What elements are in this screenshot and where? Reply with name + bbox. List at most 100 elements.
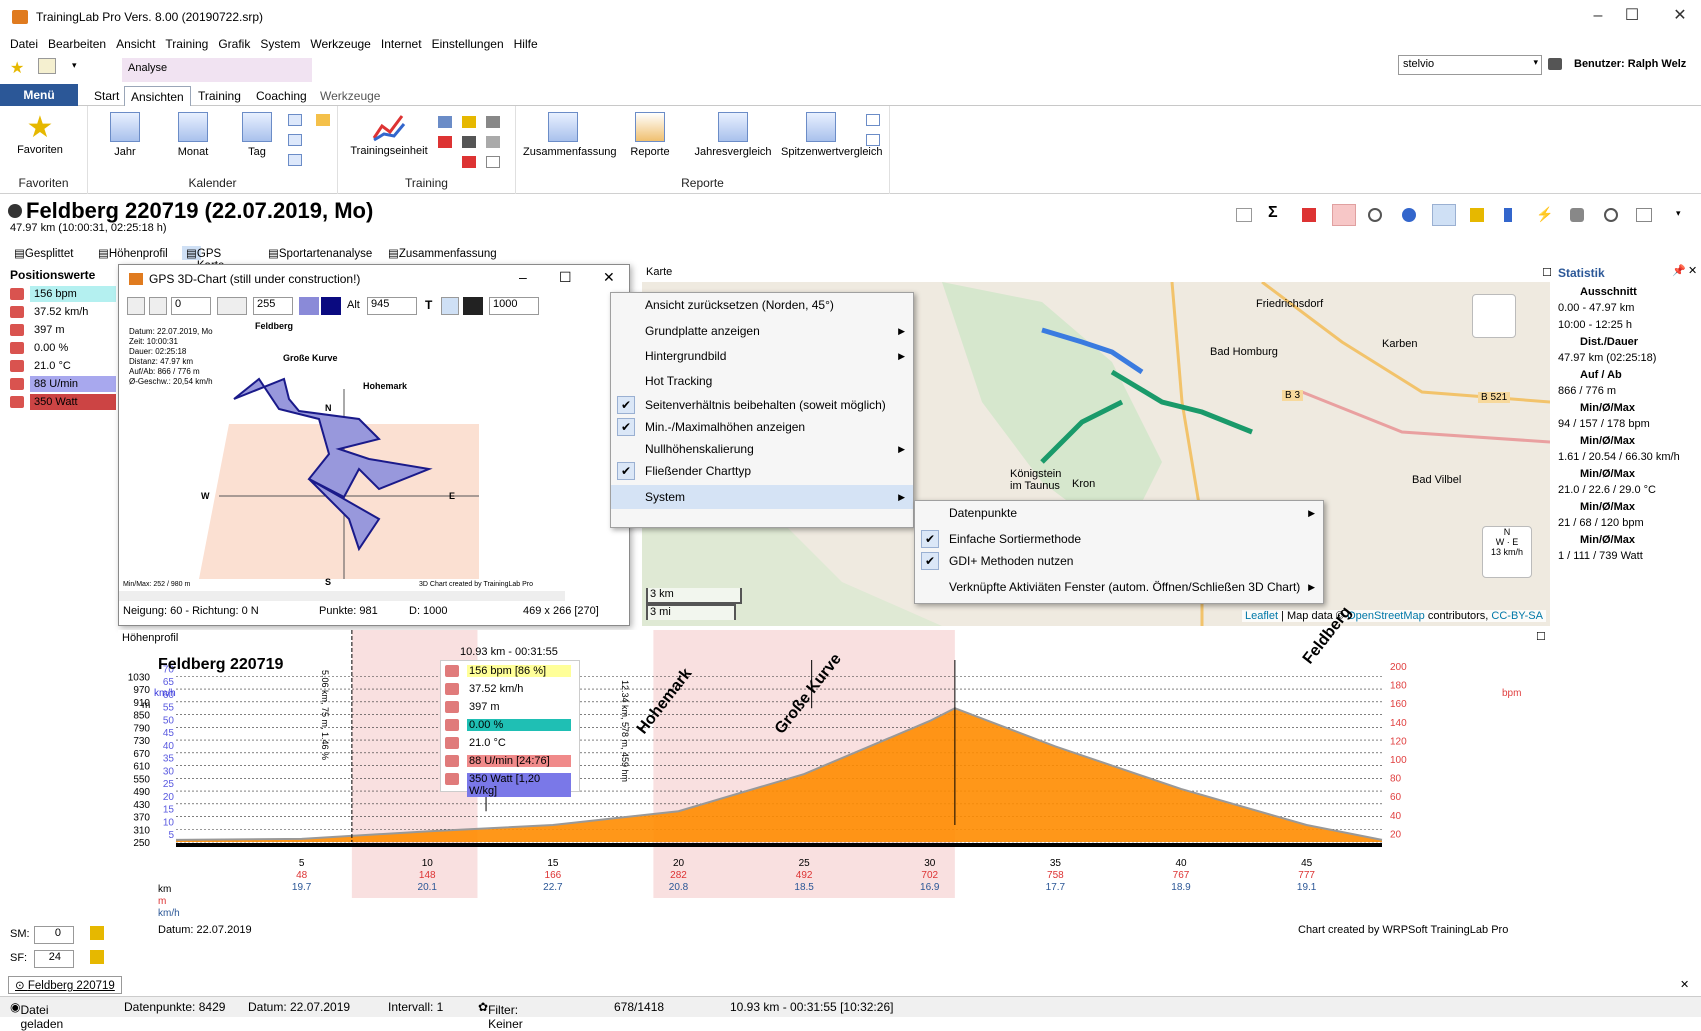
text-button[interactable]: T xyxy=(425,298,432,312)
color-swatch[interactable] xyxy=(321,297,341,315)
runner-icon[interactable] xyxy=(1302,208,1316,222)
tab-hoehenprofil[interactable]: ▤ Höhenprofil xyxy=(98,246,168,260)
close-icon[interactable]: ✕ xyxy=(1688,264,1697,277)
menu-training[interactable]: Training xyxy=(165,37,208,51)
bar-icon[interactable] xyxy=(486,136,500,148)
align-icon[interactable] xyxy=(441,297,459,315)
heart-icon[interactable] xyxy=(149,297,167,315)
slope-icon[interactable] xyxy=(217,297,247,315)
chevron-down-icon[interactable]: ▾ xyxy=(1676,208,1681,219)
layers-button[interactable] xyxy=(1472,294,1516,338)
stepper-field[interactable]: 1000 xyxy=(489,297,539,315)
context-menu-item[interactable]: Hintergrundbild ▶ xyxy=(611,344,913,368)
zusammenfassung-button[interactable]: Zusammenfassung xyxy=(520,112,617,158)
alt-stepper[interactable]: 945 xyxy=(367,297,417,315)
map-icon[interactable] xyxy=(1570,208,1584,222)
leaflet-link[interactable]: Leaflet xyxy=(1245,610,1278,622)
menu-datei[interactable]: Datei xyxy=(10,37,38,51)
pin-icon[interactable]: 📌 xyxy=(1672,264,1686,277)
lock-icon[interactable] xyxy=(90,926,104,940)
maximize-button[interactable]: ☐ xyxy=(1620,6,1644,26)
maximize-button[interactable]: ☐ xyxy=(559,269,572,286)
stepper-field[interactable]: 0 xyxy=(171,297,211,315)
activity-tab[interactable]: ⊙ Feldberg 220719 xyxy=(8,976,122,994)
menu-hilfe[interactable]: Hilfe xyxy=(514,37,538,51)
mountain-icon[interactable] xyxy=(1470,208,1484,222)
tab-coaching[interactable]: Coaching xyxy=(250,86,313,106)
submenu-item[interactable]: ✔ Einfache Sortiermethode xyxy=(915,527,1323,551)
submenu-item[interactable]: Verknüpfte Aktiviäten Fenster (autom. Öf… xyxy=(915,575,1323,599)
table-icon[interactable] xyxy=(866,114,880,126)
thermometer-icon[interactable] xyxy=(1504,208,1512,222)
tab-start[interactable]: Start xyxy=(88,86,125,106)
table-icon[interactable] xyxy=(1236,208,1252,222)
bar-chart-icon[interactable] xyxy=(438,136,452,148)
close-button[interactable]: ✕ xyxy=(603,269,615,286)
tab-training[interactable]: Training xyxy=(192,86,247,106)
stepper-field[interactable]: 255 xyxy=(253,297,293,315)
chart-icon[interactable] xyxy=(1636,208,1652,222)
context-menu-item[interactable]: Nullhöhenskalierung ▶ xyxy=(611,437,913,461)
menu-einstellungen[interactable]: Einstellungen xyxy=(432,37,504,51)
menu-ansicht[interactable]: Ansicht xyxy=(116,37,155,51)
menu-button[interactable]: Menü xyxy=(0,84,78,106)
tab-gps-karte[interactable]: ▤ GPS Karte xyxy=(182,246,224,272)
context-menu-item[interactable]: ✔ Min.-/Maximalhöhen anzeigen xyxy=(611,415,913,439)
note-icon[interactable] xyxy=(316,114,330,126)
tab-werkzeuge[interactable]: Werkzeuge xyxy=(314,86,386,106)
table-icon[interactable] xyxy=(866,134,880,146)
sf-stepper[interactable]: 24 xyxy=(34,950,74,968)
slope-icon[interactable] xyxy=(462,116,476,128)
qat-dropdown-icon[interactable]: ▾ xyxy=(72,60,77,71)
monat-button[interactable]: Monat xyxy=(168,112,218,158)
sum-icon[interactable]: Σ xyxy=(1268,204,1278,222)
menu-bearbeiten[interactable]: Bearbeiten xyxy=(48,37,106,51)
context-menu-item[interactable]: Hot Tracking xyxy=(611,369,913,393)
star-icon[interactable]: ★ xyxy=(10,58,24,78)
camera-icon[interactable] xyxy=(486,116,500,128)
speedometer-icon[interactable] xyxy=(1368,208,1382,222)
search-icon[interactable] xyxy=(1604,208,1618,222)
favoriten-button[interactable]: ★ Favoriten xyxy=(10,112,70,157)
chart-icon[interactable] xyxy=(438,116,452,128)
compass-widget[interactable]: N W · E 13 km/h xyxy=(1482,526,1532,578)
close-button[interactable]: ✕ xyxy=(1668,6,1692,26)
color-swatch[interactable] xyxy=(463,297,483,315)
tab-sportartenanalyse[interactable]: ▤ Sportartenanalyse xyxy=(268,246,372,260)
cadence-icon[interactable] xyxy=(1402,208,1416,222)
reporte-button[interactable]: Reporte xyxy=(620,112,680,158)
minimize-button[interactable]: – xyxy=(519,269,527,285)
pointer-icon[interactable] xyxy=(127,297,145,315)
context-menu-item[interactable]: ✔ Fließender Charttyp xyxy=(611,459,913,483)
color-swatch[interactable] xyxy=(299,297,319,315)
lock-icon[interactable] xyxy=(90,950,104,964)
horizontal-scrollbar[interactable] xyxy=(119,591,565,601)
tab-ansichten[interactable]: Ansichten xyxy=(124,86,191,106)
trainingseinheit-button[interactable]: Trainingseinheit xyxy=(346,112,432,157)
context-menu-item[interactable]: Ansicht zurücksetzen (Norden, 45°) xyxy=(611,293,913,317)
submenu-item[interactable]: Datenpunkte ▶ xyxy=(915,501,1323,525)
slope-icon[interactable] xyxy=(1432,204,1456,226)
menu-system[interactable]: System xyxy=(260,37,300,51)
minimize-button[interactable]: – xyxy=(1586,6,1610,26)
jahresvergleich-button[interactable]: Jahresvergleich xyxy=(690,112,776,158)
user-select[interactable]: stelvio ▾ xyxy=(1398,55,1542,75)
form-icon[interactable] xyxy=(486,156,500,168)
menu-internet[interactable]: Internet xyxy=(381,37,422,51)
tab-zusammenfassung[interactable]: ▤ Zusammenfassung xyxy=(388,246,497,260)
context-menu-item[interactable]: ✔ Seitenverhältnis beibehalten (soweit mö… xyxy=(611,393,913,417)
heart-icon[interactable] xyxy=(1332,204,1356,226)
menu-grafik[interactable]: Grafik xyxy=(218,37,250,51)
submenu-item[interactable]: ✔ GDI+ Methoden nutzen xyxy=(915,549,1323,573)
maximize-icon[interactable]: ☐ xyxy=(1542,266,1552,279)
menu-werkzeuge[interactable]: Werkzeuge xyxy=(310,37,370,51)
slope-icon[interactable] xyxy=(462,156,476,168)
tag-button[interactable]: Tag xyxy=(232,112,282,158)
search-doc-icon[interactable] xyxy=(38,58,56,74)
close-icon[interactable]: ✕ xyxy=(1680,978,1689,991)
list-icon[interactable] xyxy=(288,114,302,126)
license-link[interactable]: CC-BY-SA xyxy=(1491,610,1543,622)
power-icon[interactable]: ⚡ xyxy=(1536,206,1553,223)
jahr-button[interactable]: Jahr xyxy=(100,112,150,158)
hoehenprofil-chart[interactable]: 1030709706591060850557905073045670406103… xyxy=(118,630,1550,968)
